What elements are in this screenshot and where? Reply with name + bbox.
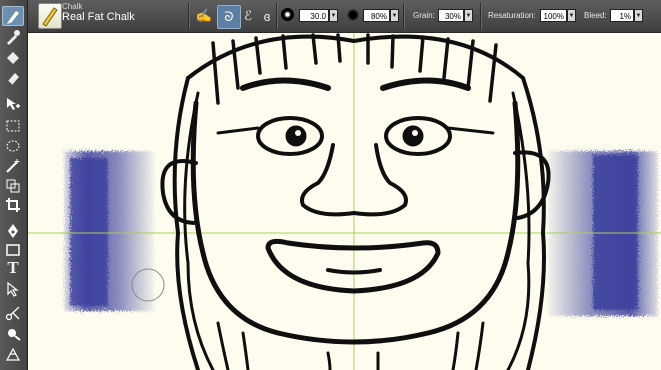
divider [188, 3, 189, 29]
resaturation-field[interactable]: 100% [540, 9, 567, 22]
grain-label: Grain: [413, 11, 435, 20]
brush-variant-label[interactable]: Real Fat Chalk [62, 11, 135, 23]
oval-selection-tool-icon[interactable] [2, 136, 24, 156]
opacity-dropdown[interactable]: ▼ [390, 9, 399, 22]
toolbox: T [0, 0, 28, 370]
divider [403, 3, 404, 29]
dab-type-icon[interactable]: ✍ [193, 5, 215, 27]
resaturation-label: Resaturation: [488, 11, 536, 20]
paint-bucket-tool-icon[interactable] [2, 48, 24, 68]
property-bar: Chalk Real Fat Chalk ✍ ᘐ ℰ ɞ 30.0 ▼ 80% … [0, 0, 661, 33]
size-icon [281, 8, 294, 21]
pen-tool-icon[interactable] [2, 221, 24, 241]
brush-category-thumbnail[interactable] [38, 3, 62, 29]
perspective-grid-tool-icon[interactable] [2, 344, 24, 364]
divider [480, 3, 481, 29]
bleed-label: Bleed: [584, 11, 607, 20]
size-field[interactable]: 30.0 [299, 9, 329, 22]
rectangle-shape-tool-icon[interactable] [2, 240, 24, 260]
layer-adjuster-tool-icon[interactable] [2, 94, 24, 114]
dropper-tool-icon[interactable] [2, 27, 24, 47]
divine-proportion-tool-icon[interactable] [2, 323, 24, 343]
face-drawing [160, 33, 551, 370]
opacity-icon [347, 9, 359, 21]
grain-dropdown[interactable]: ▼ [464, 9, 473, 22]
scissors-tool-icon[interactable] [2, 303, 24, 323]
brush-dynamics-icon[interactable]: ɞ [256, 5, 278, 27]
brush-category-label[interactable]: Chalk [62, 2, 82, 11]
resaturation-dropdown[interactable]: ▼ [567, 9, 576, 22]
opacity-field[interactable]: 80% [363, 9, 390, 22]
selection-adjuster-tool-icon[interactable] [2, 279, 24, 299]
bleed-dropdown[interactable]: ▼ [634, 9, 643, 22]
divider [276, 3, 277, 29]
chalk-stroke-left [64, 151, 154, 311]
eraser-tool-icon[interactable] [2, 68, 24, 88]
transform-tool-icon[interactable] [2, 176, 24, 196]
grain-field[interactable]: 30% [438, 9, 464, 22]
brush-tool-icon[interactable] [2, 6, 24, 26]
size-dropdown[interactable]: ▼ [329, 9, 338, 22]
bleed-field[interactable]: 1% [610, 9, 634, 22]
crop-tool-icon[interactable] [2, 195, 24, 215]
rectangular-selection-tool-icon[interactable] [2, 116, 24, 136]
drawing-canvas[interactable] [28, 33, 661, 370]
magic-wand-tool-icon[interactable] [2, 156, 24, 176]
text-tool-icon[interactable]: T [2, 258, 24, 278]
